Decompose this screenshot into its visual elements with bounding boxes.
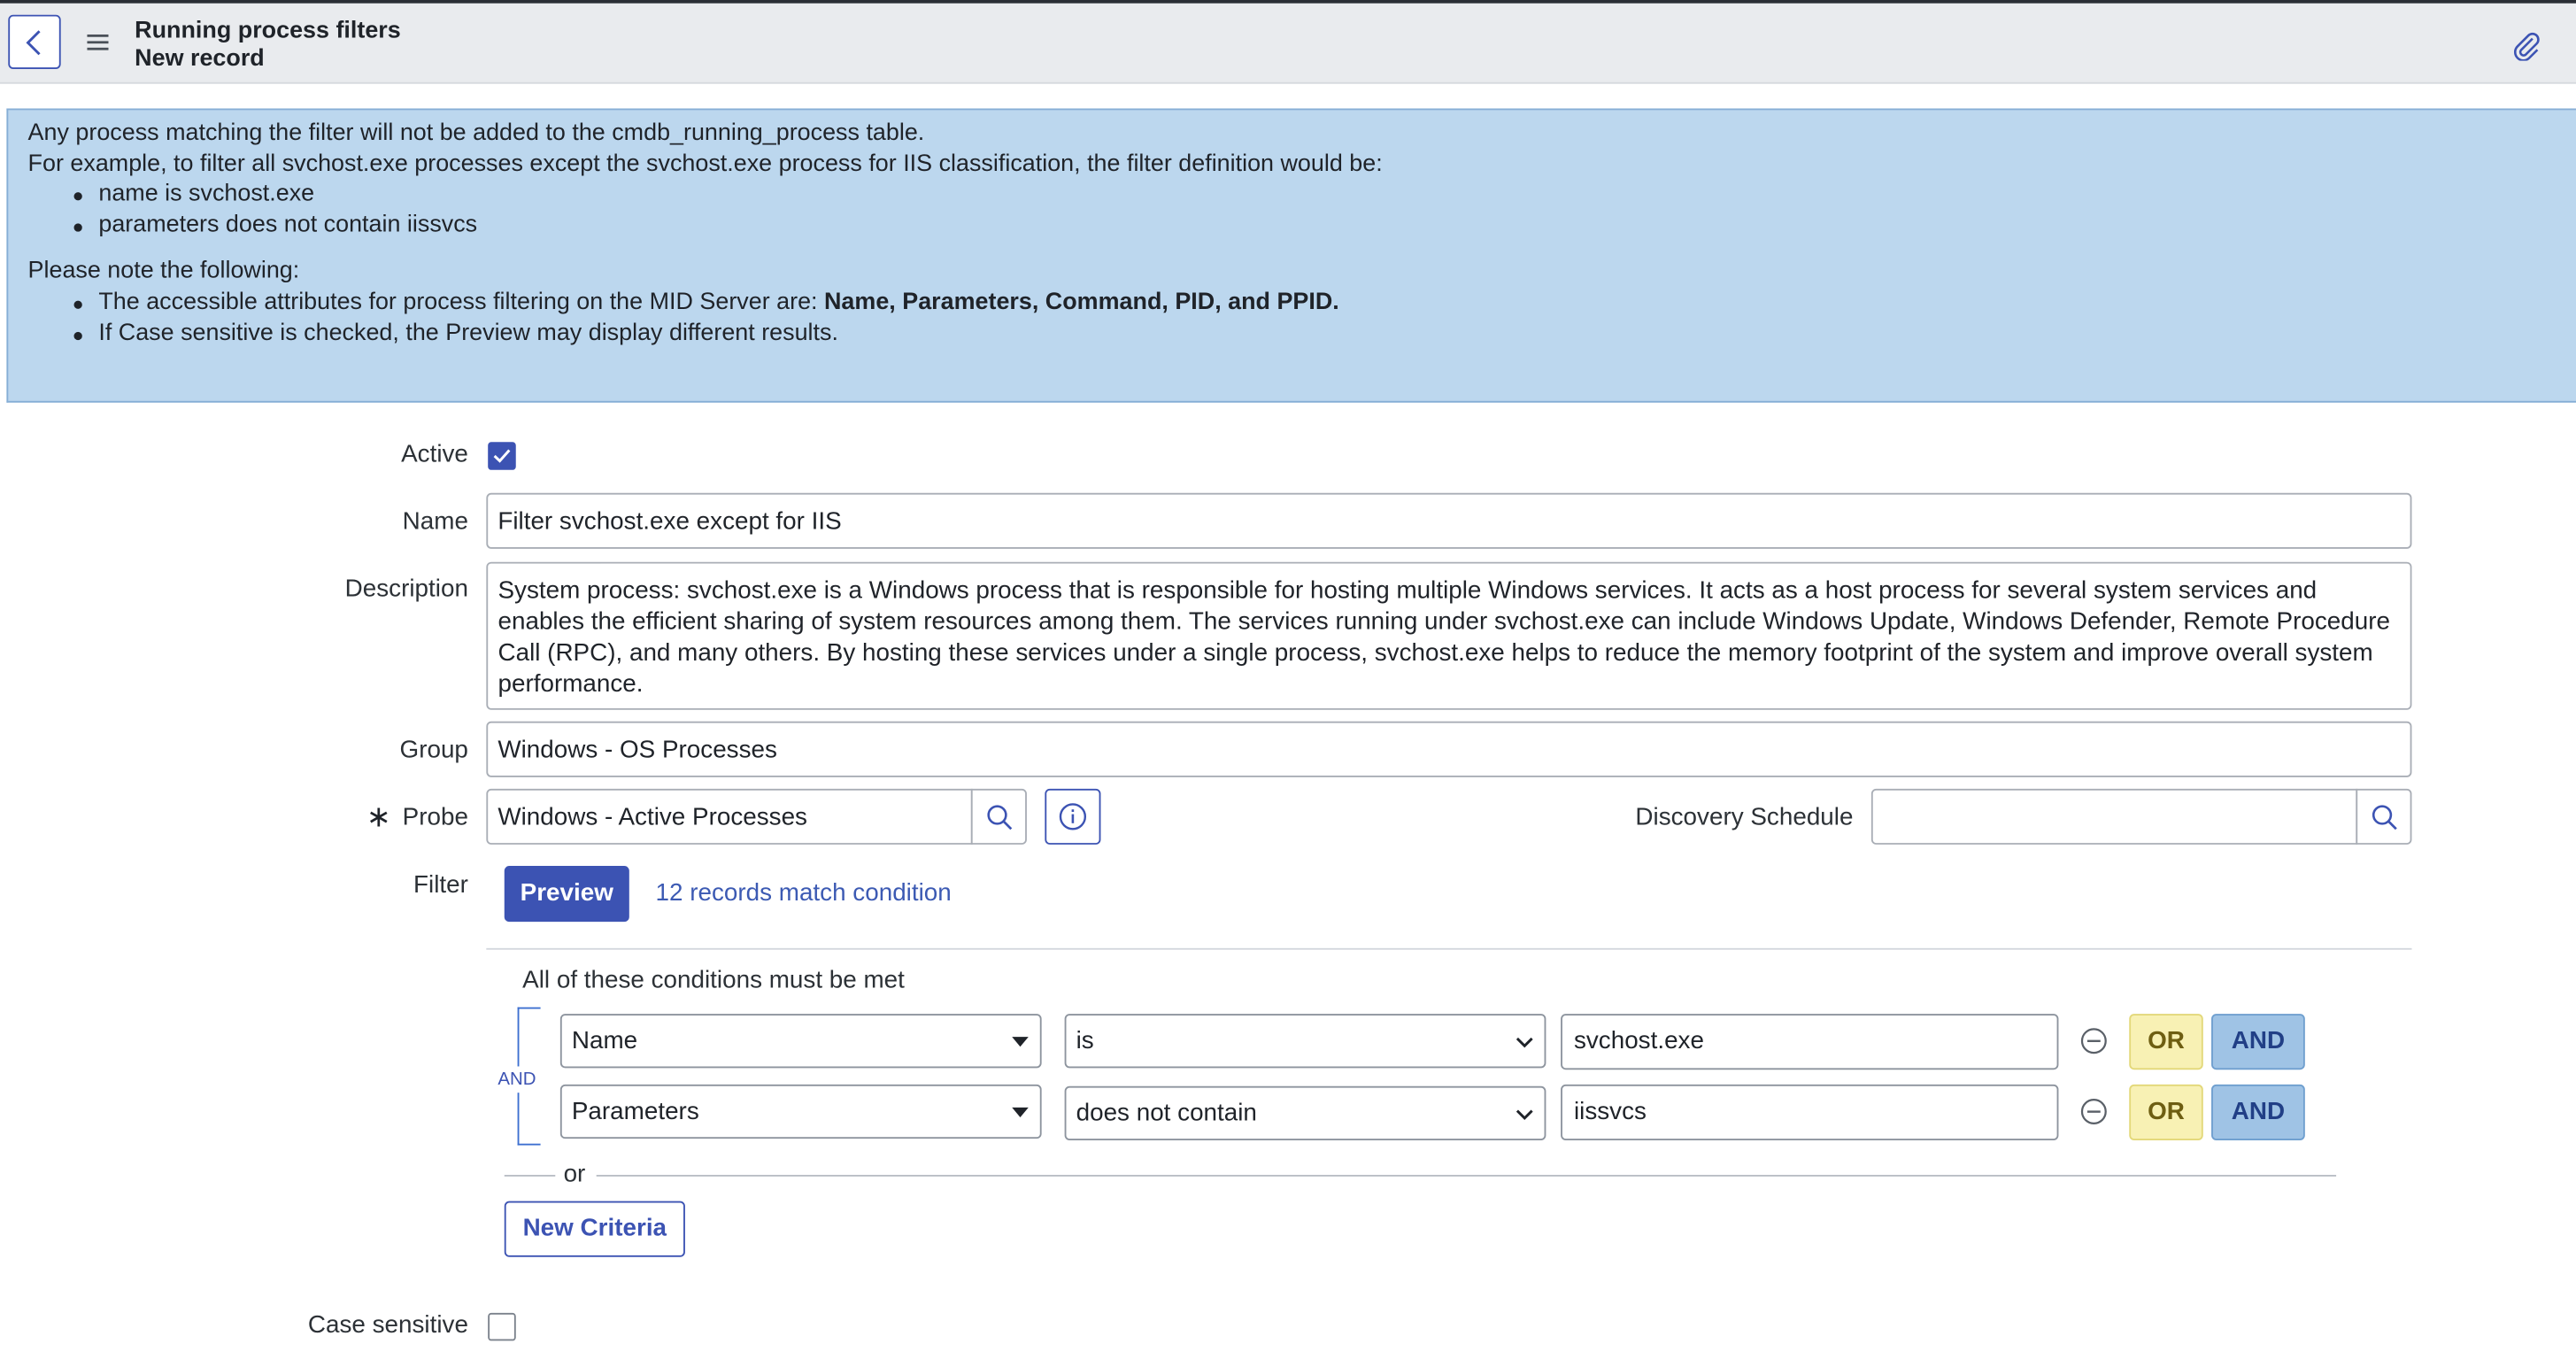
filter-divider	[486, 947, 2412, 950]
condition-1-or-button[interactable]: OR	[2129, 1014, 2203, 1070]
group-label: Group	[399, 736, 468, 764]
probe-input[interactable]	[486, 788, 973, 845]
or-separator-line-right	[596, 1174, 2337, 1177]
filter-label: Filter	[413, 870, 468, 900]
bullet-dot	[73, 192, 82, 201]
condition-2-value-input[interactable]: iissvcs	[1561, 1084, 2059, 1140]
condition-2-operator-select[interactable]: does not contain	[1064, 1085, 1546, 1140]
form-page: Running process filters New record Any p…	[0, 0, 2576, 1348]
note-bullet-1: The accessible attributes for process fi…	[98, 290, 1338, 316]
record-header: Running process filters New record	[0, 0, 2576, 84]
required-indicator: ∗	[366, 799, 391, 833]
and-connector-label: AND	[496, 1066, 538, 1093]
info-line-2: For example, to filter all svchost.exe p…	[27, 151, 1383, 178]
remove-condition-icon[interactable]	[2080, 1027, 2109, 1055]
condition-1-operator-value: is	[1076, 1026, 1094, 1055]
active-checkbox[interactable]	[488, 442, 516, 470]
note-bullet-1-attributes: Name, Parameters, Command, PID, and PPID…	[823, 289, 1339, 316]
or-separator-line-left	[504, 1174, 556, 1177]
condition-2-and-button[interactable]: AND	[2211, 1084, 2305, 1140]
probe-lookup-button[interactable]	[970, 788, 1027, 845]
condition-2-or-button[interactable]: OR	[2129, 1084, 2203, 1140]
discovery-schedule-lookup-button[interactable]	[2356, 788, 2412, 845]
condition-2-operator-value: does not contain	[1076, 1099, 1257, 1128]
dropdown-caret-icon	[1012, 1037, 1029, 1047]
hamburger-menu-icon[interactable]	[87, 33, 110, 52]
discovery-schedule-input[interactable]	[1870, 788, 2358, 845]
discovery-schedule-label: Discovery Schedule	[1635, 803, 1854, 832]
conditions-heading: All of these conditions must be met	[522, 966, 905, 994]
condition-1-and-button[interactable]: AND	[2211, 1014, 2305, 1070]
bullet-dot	[73, 331, 82, 341]
search-icon	[987, 805, 1013, 830]
info-message-box: Any process matching the filter will not…	[6, 108, 2576, 403]
page-subtitle: New record	[135, 45, 265, 73]
new-criteria-button[interactable]: New Criteria	[504, 1201, 685, 1257]
condition-1-operator-select[interactable]: is	[1064, 1014, 1546, 1069]
preview-button[interactable]: Preview	[504, 866, 629, 923]
checkmark-icon	[493, 449, 511, 463]
dropdown-caret-icon	[1012, 1107, 1029, 1118]
info-icon	[1059, 803, 1087, 830]
example-bullet-2: parameters does not contain iissvcs	[98, 212, 478, 239]
condition-1-field-select[interactable]: Name	[559, 1014, 1042, 1069]
condition-2-field-value: Parameters	[571, 1097, 699, 1126]
or-separator-label: or	[563, 1160, 586, 1188]
chevron-down-icon	[1516, 1037, 1533, 1048]
note-bullet-2: If Case sensitive is checked, the Previe…	[98, 320, 838, 347]
bullet-dot	[73, 223, 82, 232]
group-input[interactable]	[486, 721, 2412, 777]
example-bullet-1: name is svchost.exe	[98, 181, 315, 207]
probe-label: Probe	[402, 803, 468, 832]
case-sensitive-checkbox[interactable]	[488, 1312, 516, 1341]
remove-condition-icon[interactable]	[2080, 1098, 2109, 1126]
match-count-link[interactable]: 12 records match condition	[656, 879, 952, 907]
back-button[interactable]	[8, 14, 61, 69]
condition-1-value-input[interactable]: svchost.exe	[1561, 1014, 2059, 1070]
probe-info-button[interactable]	[1045, 788, 1101, 845]
info-line-1: Any process matching the filter will not…	[27, 120, 925, 147]
case-sensitive-label: Case sensitive	[307, 1311, 468, 1340]
name-input[interactable]	[486, 492, 2412, 549]
chevron-left-icon	[26, 30, 41, 56]
page-title: Running process filters	[135, 18, 401, 45]
chevron-down-icon	[1516, 1109, 1533, 1121]
note-heading: Please note the following:	[27, 258, 300, 285]
paperclip-icon[interactable]	[2512, 31, 2541, 61]
description-textarea[interactable]	[486, 561, 2412, 710]
description-label: Description	[344, 575, 468, 604]
note-bullet-1-text: The accessible attributes for process fi…	[98, 289, 824, 316]
active-label: Active	[401, 440, 468, 468]
name-label: Name	[402, 507, 468, 537]
condition-1-field-value: Name	[571, 1026, 638, 1055]
bullet-dot	[73, 300, 82, 309]
condition-2-field-select[interactable]: Parameters	[559, 1084, 1042, 1139]
search-icon	[2372, 805, 2397, 830]
